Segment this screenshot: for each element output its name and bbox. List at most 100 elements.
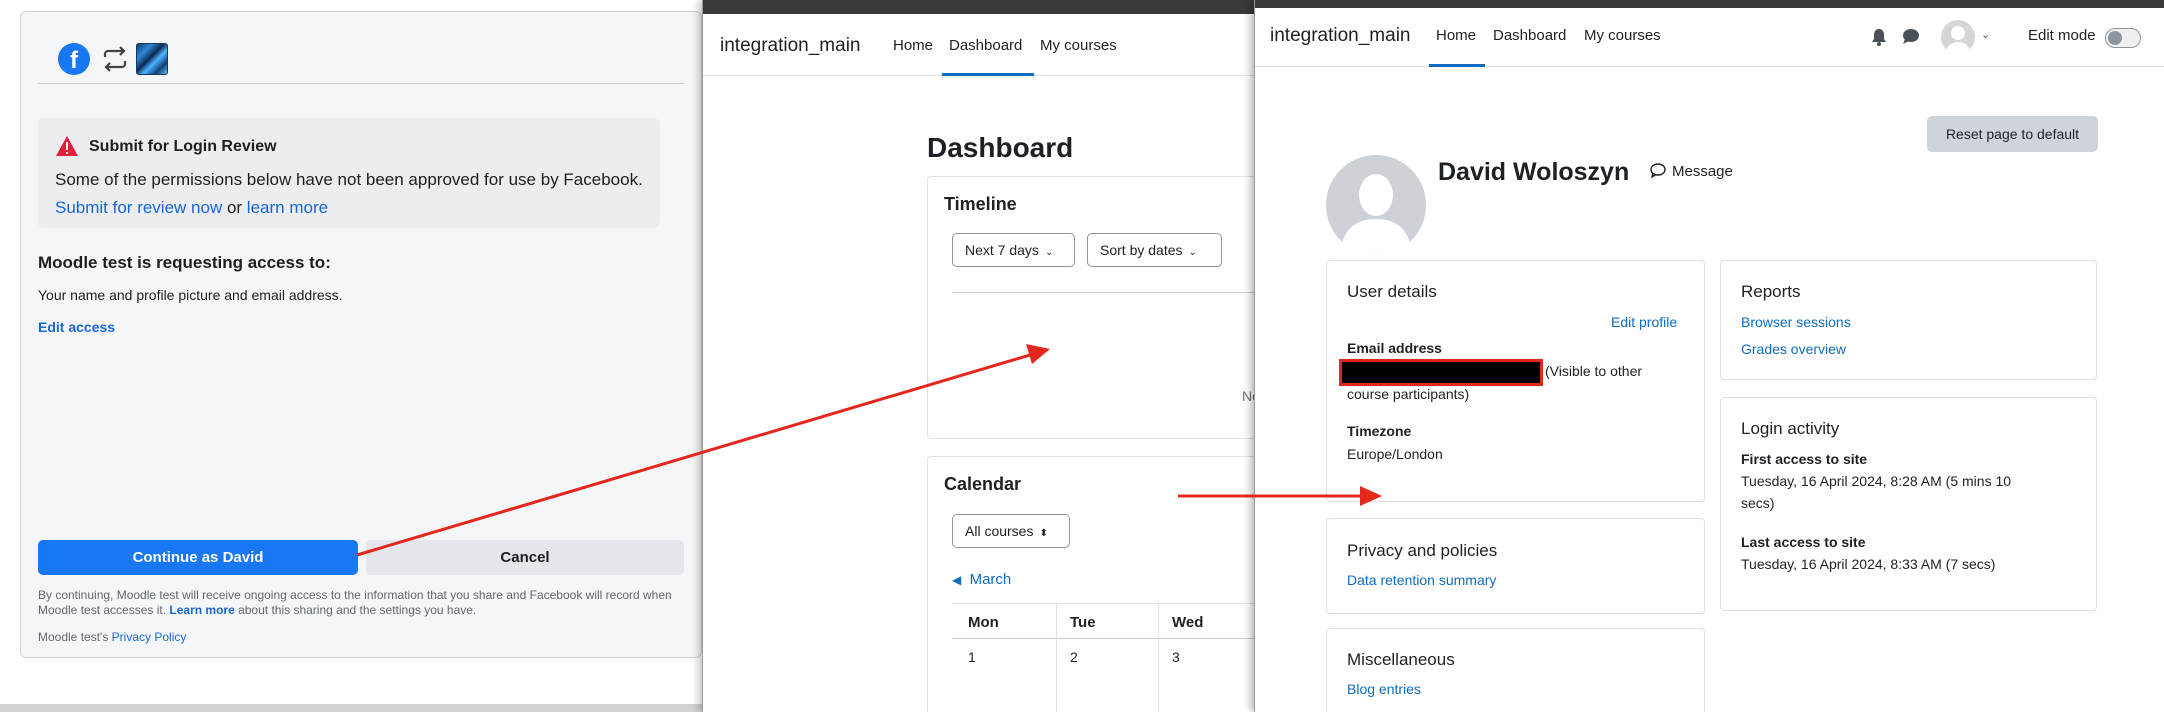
avatar-silhouette-icon: [1340, 174, 1412, 255]
weekday-tue: Tue: [1070, 614, 1096, 631]
data-retention-link[interactable]: Data retention summary: [1347, 572, 1496, 588]
screenshot-composite: f Submit for Login Review Some of the pe…: [0, 0, 2164, 712]
bell-icon[interactable]: [1871, 28, 1887, 46]
calendar-grid: Mon Tue Wed 1 2 3: [952, 603, 1254, 712]
user-full-name: David Woloszyn: [1438, 158, 1630, 186]
disclaimer-text: By continuing, Moodle test will receive …: [38, 588, 688, 618]
nav-home[interactable]: Home: [893, 37, 933, 54]
submit-review-link[interactable]: Submit for review now: [55, 198, 222, 217]
profile-navbar: integration_main Home Dashboard My cours…: [1255, 8, 2164, 67]
active-nav-indicator: [1429, 64, 1485, 67]
profile-browser-window: integration_main Home Dashboard My cours…: [1254, 0, 2164, 712]
disclaimer-learn-more-link[interactable]: Learn more: [169, 603, 234, 617]
prev-month-link[interactable]: ◀ March: [952, 571, 1011, 588]
message-bubble-icon: [1650, 163, 1666, 179]
dashboard-navbar: integration_main Home Dashboard My cours…: [703, 14, 1254, 76]
avatar-silhouette-icon: [1946, 26, 1970, 54]
policy-prefix: Moodle test's: [38, 630, 112, 644]
dialog-header: f: [38, 27, 684, 84]
cancel-button[interactable]: Cancel: [366, 540, 684, 575]
message-label: Message: [1672, 163, 1733, 180]
chat-bubble-icon[interactable]: [1902, 28, 1920, 45]
sync-arrows-icon: [103, 46, 127, 72]
nav-dashboard[interactable]: Dashboard: [949, 37, 1022, 54]
grades-overview-link[interactable]: Grades overview: [1741, 341, 1846, 357]
message-button[interactable]: Message: [1650, 163, 1733, 180]
privacy-card: Privacy and policies Data retention summ…: [1326, 518, 1705, 614]
learn-more-link[interactable]: learn more: [247, 198, 328, 217]
login-review-warning: Submit for Login Review Some of the perm…: [38, 118, 660, 228]
updown-caret-icon: ⬍: [1039, 528, 1048, 539]
timeline-sort-label: Sort by dates: [1100, 242, 1183, 258]
timeline-sort-dropdown[interactable]: Sort by dates ⌄: [1087, 233, 1222, 267]
warning-triangle-icon: [56, 136, 78, 156]
privacy-policy-link[interactable]: Privacy Policy: [112, 630, 187, 644]
blog-entries-link[interactable]: Blog entries: [1347, 681, 1421, 697]
last-access-label: Last access to site: [1741, 534, 1866, 550]
first-access-value-a: Tuesday, 16 April 2024, 8:28 AM (5 mins …: [1741, 473, 2012, 489]
site-name[interactable]: integration_main: [1270, 25, 1410, 47]
facebook-logo-icon: f: [58, 43, 90, 75]
browser-tab-strip: [1255, 0, 2164, 8]
timeline-filter-label: Next 7 days: [965, 242, 1039, 258]
warning-title: Submit for Login Review: [89, 138, 277, 155]
user-avatar-menu[interactable]: [1941, 20, 1975, 54]
calendar-header-divider: [952, 638, 1254, 639]
chevron-down-icon[interactable]: ⌄: [1981, 28, 1990, 41]
prev-month-label: March: [969, 571, 1012, 588]
edit-mode-label: Edit mode: [2028, 27, 2096, 44]
calendar-col-divider: [1158, 604, 1159, 712]
timeline-empty-text: No: [1242, 388, 1254, 404]
email-label: Email address: [1347, 340, 1442, 356]
calendar-course-filter[interactable]: All courses ⬍: [952, 514, 1070, 548]
reports-title: Reports: [1741, 282, 1801, 301]
nav-my-courses[interactable]: My courses: [1584, 27, 1661, 44]
facebook-login-dialog: f Submit for Login Review Some of the pe…: [20, 11, 702, 658]
edit-profile-link[interactable]: Edit profile: [1611, 314, 1677, 330]
calendar-col-divider: [1056, 604, 1057, 712]
request-body: Your name and profile picture and email …: [38, 287, 343, 303]
timezone-value: Europe/London: [1347, 446, 1443, 462]
weekday-wed: Wed: [1172, 614, 1204, 631]
request-title: Moodle test is requesting access to:: [38, 253, 331, 272]
timeline-filter-dropdown[interactable]: Next 7 days ⌄: [952, 233, 1075, 267]
site-name[interactable]: integration_main: [720, 35, 860, 57]
nav-my-courses[interactable]: My courses: [1040, 37, 1117, 54]
chevron-down-icon: ⌄: [1044, 247, 1054, 258]
first-access-value-b: secs): [1741, 495, 1775, 511]
reset-page-button[interactable]: Reset page to default: [1927, 116, 2098, 152]
email-visibility-b: course participants): [1347, 386, 1470, 402]
email-visibility-a: (Visible to other: [1545, 363, 1643, 379]
active-nav-indicator: [942, 73, 1034, 76]
weekday-mon: Mon: [968, 614, 999, 631]
user-profile-picture: [1326, 155, 1426, 255]
login-activity-card: Login activity First access to site Tues…: [1720, 397, 2097, 611]
timeline-card: Timeline Next 7 days ⌄ Sort by dates ⌄ No: [927, 176, 1254, 439]
privacy-policy-line: Moodle test's Privacy Policy: [38, 630, 186, 644]
timezone-label: Timezone: [1347, 423, 1412, 439]
course-filter-label: All courses: [965, 523, 1034, 539]
calendar-day-3[interactable]: 3: [1172, 649, 1180, 665]
reports-card: Reports Browser sessions Grades overview: [1720, 260, 2097, 380]
miscellaneous-card: Miscellaneous Blog entries: [1326, 628, 1705, 712]
warning-body: Some of the permissions below have not b…: [55, 170, 643, 189]
first-access-label: First access to site: [1741, 451, 1868, 467]
calendar-day-1[interactable]: 1: [968, 649, 976, 665]
continue-as-user-button[interactable]: Continue as David: [38, 540, 358, 575]
edit-mode-toggle[interactable]: [2105, 28, 2141, 48]
calendar-day-2[interactable]: 2: [1070, 649, 1078, 665]
bottom-desktop-strip: [0, 704, 702, 712]
nav-dashboard[interactable]: Dashboard: [1493, 27, 1566, 44]
calendar-card: Calendar All courses ⬍ ◀ March Mon Tue We…: [927, 456, 1254, 712]
nav-home[interactable]: Home: [1436, 27, 1476, 44]
miscellaneous-title: Miscellaneous: [1347, 650, 1455, 669]
redacted-email-box: [1339, 359, 1543, 386]
browser-sessions-link[interactable]: Browser sessions: [1741, 314, 1851, 330]
triangle-left-icon: ◀: [952, 573, 962, 587]
page-title: Dashboard: [927, 132, 1074, 163]
dashboard-browser-window: integration_main Home Dashboard My cours…: [702, 0, 1254, 712]
or-text: or: [222, 198, 247, 217]
chevron-down-icon: ⌄: [1188, 247, 1197, 258]
toggle-knob: [2108, 31, 2122, 45]
edit-access-link[interactable]: Edit access: [38, 319, 115, 335]
